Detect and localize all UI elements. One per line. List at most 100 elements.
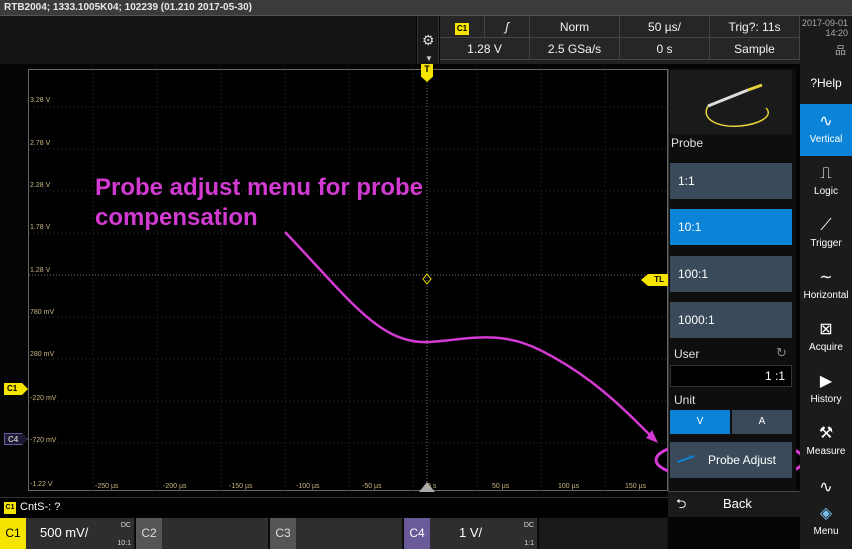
back-button[interactable]: ⮌ Back: [668, 491, 800, 517]
horizontal-offset[interactable]: 0 s: [620, 38, 710, 60]
trigger-source-cell[interactable]: C1: [440, 16, 485, 38]
x-label: -200 µs: [163, 483, 187, 490]
acquire-icon: ⊠: [819, 321, 833, 338]
menu-wave-icon: ∿: [819, 479, 833, 496]
y-label: 1.78 V: [30, 224, 51, 231]
unit-ampere-button[interactable]: A: [732, 410, 792, 434]
trigger-mode[interactable]: Norm: [530, 16, 620, 38]
sidebar-item-trigger[interactable]: ⟋ Trigger: [800, 208, 852, 260]
play-icon: ▶: [819, 373, 833, 390]
settings-button[interactable]: ⚙ ▼: [417, 16, 439, 64]
user-ratio-field[interactable]: 1 :1: [670, 365, 792, 387]
acquisition-header: C1 ʃ Norm 50 µs/ Trig?: 11s 1.28 V 2.5 G…: [440, 16, 800, 64]
help-button[interactable]: ?Help: [800, 76, 852, 90]
c3-label: C3: [270, 518, 296, 549]
gear-icon: ⚙: [422, 32, 435, 48]
status-bar: C1 CntS-: ?: [0, 497, 668, 517]
c4-label: C4: [404, 518, 430, 549]
trigger-source-badge: C1: [455, 23, 469, 35]
x-label: -250 µs: [95, 483, 119, 490]
date: 2017-09-01: [801, 18, 848, 28]
network-icon: 品: [835, 45, 846, 57]
measure-icon: ⚒: [818, 425, 834, 442]
sidebar-label: History: [810, 394, 842, 405]
back-arrow-icon: ⮌: [676, 496, 687, 511]
trigger-icon: ⟋: [820, 217, 832, 234]
unit-volt-button[interactable]: V: [670, 410, 730, 434]
sidebar-label: Logic: [814, 186, 838, 197]
x-label: -100 µs: [296, 483, 320, 490]
y-label: 3.28 V: [30, 97, 51, 104]
c4-coupling: DC 1:1: [523, 522, 534, 547]
sidebar-item-history[interactable]: ▶ History: [800, 364, 852, 416]
sidebar-label: Menu: [813, 526, 839, 537]
x-label: 50 µs: [492, 483, 510, 490]
sidebar-item-acquire[interactable]: ⊠ Acquire: [800, 312, 852, 364]
sidebar-item-measure[interactable]: ⚒ Measure: [800, 416, 852, 468]
refresh-icon[interactable]: ↻: [776, 345, 787, 361]
sidebar-label: Trigger: [810, 238, 842, 249]
dropdown-icon: ▼: [425, 54, 433, 63]
y-label: 2.28 V: [30, 182, 51, 189]
probe-option-100-1[interactable]: 100:1: [670, 256, 792, 292]
probe-icon: [705, 83, 769, 128]
oscilloscope-screen: RTB2004; 1333.1005K04; 102239 (01.210 20…: [0, 0, 852, 549]
logic-icon: ⎍: [820, 165, 832, 182]
window-title: RTB2004; 1333.1005K04; 102239 (01.210 20…: [4, 2, 252, 13]
sidebar-item-horizontal[interactable]: ∼ Horizontal: [800, 260, 852, 312]
c1-label: C1: [0, 518, 26, 549]
probe-option-10-1[interactable]: 10:1: [670, 209, 792, 245]
grid-lines: [29, 70, 669, 492]
sidebar-item-logic[interactable]: ⎍ Logic: [800, 156, 852, 208]
sidebar-label: Horizontal: [803, 290, 849, 301]
waveform-grid[interactable]: [28, 69, 669, 492]
trigger-slope-cell[interactable]: ʃ: [485, 16, 530, 38]
probe-option-1000-1[interactable]: 1000:1: [670, 302, 792, 338]
c4-offset-marker[interactable]: C4: [4, 433, 28, 445]
channel-c4-button[interactable]: C4 1 V/ DC 1:1: [404, 518, 538, 549]
back-label: Back: [723, 496, 752, 511]
rising-edge-icon: ʃ: [505, 20, 509, 34]
c1-scale: 500 mV/: [40, 525, 89, 540]
sidebar-item-vertical[interactable]: ∿ Vertical: [800, 104, 852, 156]
help-label: Help: [817, 76, 842, 90]
sidebar-label: Vertical: [809, 134, 843, 145]
y-label: -1.22 V: [30, 481, 53, 488]
x-label: 0 s: [427, 483, 437, 490]
channel-c1-button[interactable]: C1 500 mV/ DC 10:1: [0, 518, 135, 549]
help-icon: ?: [810, 76, 817, 90]
channel-c3-button[interactable]: C3: [270, 518, 403, 549]
acquisition-mode[interactable]: Sample: [710, 38, 800, 60]
y-label: 2.78 V: [30, 140, 51, 147]
user-label: User: [674, 347, 700, 361]
annotation-text: Probe adjust menu for probe compensation: [95, 174, 424, 231]
channel-bar-empty: [539, 518, 668, 549]
probe-adjust-button[interactable]: Probe Adjust: [670, 442, 792, 478]
time: 14:20: [825, 28, 848, 38]
sidebar-item-menu[interactable]: ∿ ◈ Menu: [800, 470, 852, 549]
y-label: -720 mV: [30, 437, 57, 444]
horizontal-icon: ∼: [819, 269, 833, 286]
c1-offset-marker[interactable]: C1: [4, 383, 28, 395]
x-label: 100 µs: [558, 483, 580, 490]
timebase[interactable]: 50 µs/: [620, 16, 710, 38]
status-channel-badge: C1: [4, 502, 16, 514]
sample-rate[interactable]: 2.5 GSa/s: [530, 38, 620, 60]
sidebar-label: Measure: [806, 446, 846, 457]
c4-scale: 1 V/: [459, 525, 483, 540]
sidebar-label: Acquire: [809, 342, 843, 353]
x-label: -150 µs: [229, 483, 253, 490]
panel-title: Probe: [671, 136, 704, 150]
rs-logo-icon: ◈: [819, 505, 833, 522]
y-label: 780 mV: [30, 309, 55, 316]
probe-image: [670, 70, 792, 134]
x-label: -50 µs: [362, 483, 382, 490]
channel-c2-button[interactable]: C2: [136, 518, 269, 549]
probe-option-1-1[interactable]: 1:1: [670, 163, 792, 199]
date-time: 2017-09-01 14:20 品: [800, 16, 852, 64]
y-label: 1.28 V: [30, 267, 51, 274]
trigger-level[interactable]: 1.28 V: [440, 38, 530, 60]
trigger-time[interactable]: Trig?: 11s: [710, 16, 800, 38]
c2-label: C2: [136, 518, 162, 549]
status-text: CntS-: ?: [20, 501, 61, 513]
